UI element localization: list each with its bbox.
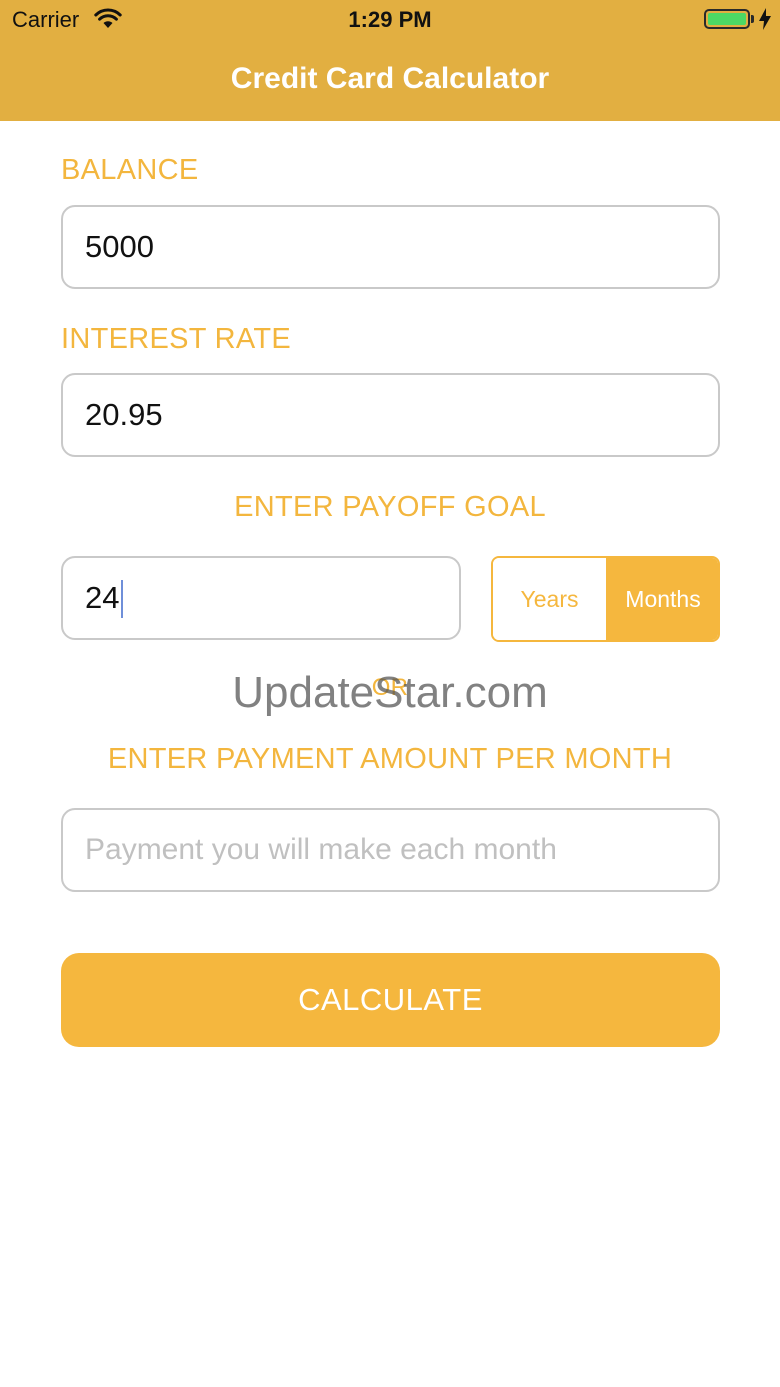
segment-years[interactable]: Years: [493, 558, 606, 640]
watermark: UpdateStar.com: [232, 668, 548, 717]
interest-rate-field[interactable]: 20.95: [61, 373, 720, 457]
status-bar: Carrier 1:29 PM: [0, 0, 780, 40]
text-cursor: [121, 580, 123, 618]
balance-label: BALANCE: [61, 154, 199, 186]
payoff-goal-label: ENTER PAYOFF GOAL: [234, 491, 546, 523]
battery-icon: [704, 9, 750, 29]
interest-rate-label: INTEREST RATE: [61, 323, 292, 355]
payoff-goal-field[interactable]: 24: [61, 556, 461, 640]
payment-amount-label: ENTER PAYMENT AMOUNT PER MONTH: [107, 743, 673, 775]
payment-placeholder: Payment you will make each month: [85, 833, 557, 866]
segment-months[interactable]: Months: [606, 558, 718, 640]
battery-tip: [751, 15, 754, 23]
payoff-goal-value: 24: [85, 580, 120, 615]
interest-rate-value: 20.95: [85, 397, 163, 432]
balance-value: 5000: [85, 229, 154, 264]
navigation-bar: Carrier 1:29 PM Credit Card Calculator: [0, 0, 780, 121]
balance-field[interactable]: 5000: [61, 205, 720, 289]
period-segmented-control[interactable]: Years Months: [491, 556, 720, 642]
payment-amount-field[interactable]: Payment you will make each month: [61, 808, 720, 892]
battery-level: [708, 13, 746, 25]
page-title: Credit Card Calculator: [230, 62, 550, 95]
calculate-button[interactable]: CALCULATE: [61, 953, 720, 1047]
charging-bolt-icon: [759, 8, 771, 30]
status-time: 1:29 PM: [348, 7, 432, 32]
